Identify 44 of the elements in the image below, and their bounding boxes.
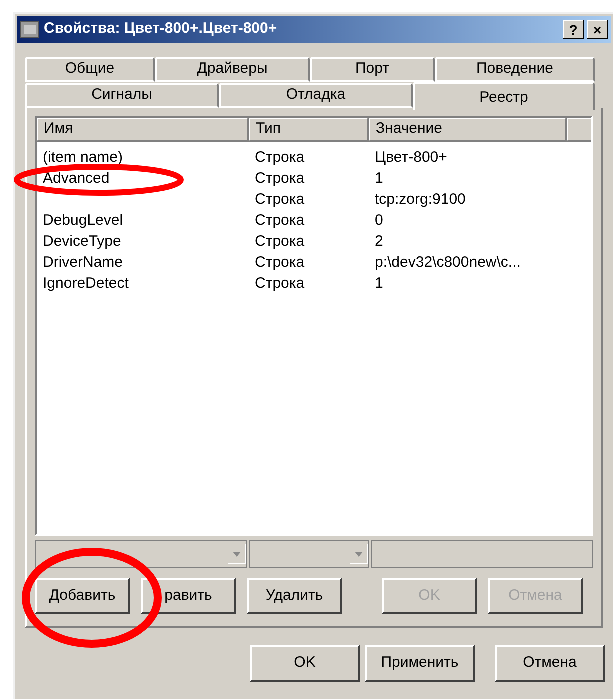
column-header[interactable]: Значение bbox=[369, 118, 567, 142]
column-header[interactable]: Имя bbox=[37, 118, 249, 142]
button[interactable]: равить bbox=[141, 578, 236, 614]
dropdown[interactable] bbox=[249, 540, 369, 568]
table-cell: Строка bbox=[255, 212, 305, 230]
table-cell: DeviceType bbox=[43, 233, 122, 250]
table-cell: Строка bbox=[255, 149, 305, 166]
button[interactable]: Добавить bbox=[35, 578, 130, 614]
close-button[interactable]: × bbox=[587, 20, 608, 39]
button[interactable]: Отмена bbox=[495, 645, 605, 682]
tab[interactable]: Драйверы bbox=[155, 57, 310, 82]
table-cell: Строка bbox=[255, 170, 305, 188]
tab[interactable]: Порт bbox=[310, 57, 435, 82]
table-cell: 0 bbox=[375, 212, 384, 230]
button[interactable]: OK bbox=[250, 645, 360, 682]
table-cell: 2 bbox=[375, 233, 384, 250]
column-header[interactable]: Тип bbox=[249, 118, 369, 142]
help-button[interactable]: ? bbox=[563, 20, 584, 39]
table-cell: Строка bbox=[255, 191, 305, 208]
table-cell: p:\dev32\c800new\c... bbox=[375, 254, 521, 272]
window-title: Свойства: Цвет-800+.Цвет-800+ bbox=[44, 19, 278, 40]
table-cell: 1 bbox=[375, 275, 384, 292]
input-field[interactable] bbox=[371, 540, 593, 568]
window-icon bbox=[20, 20, 40, 38]
button[interactable]: Применить bbox=[365, 645, 475, 682]
table-cell: IgnoreDetect bbox=[43, 275, 129, 292]
table-cell: DriverName bbox=[43, 254, 124, 272]
tab[interactable]: Реестр bbox=[413, 82, 595, 110]
table-cell: DebugLevel bbox=[43, 212, 124, 230]
table-cell: Строка bbox=[255, 233, 305, 250]
table-cell: Advanced bbox=[43, 170, 110, 188]
tab[interactable]: Поведение bbox=[435, 57, 595, 82]
table-cell: tcp:zorg:9100 bbox=[375, 191, 466, 208]
tab[interactable]: Сигналы bbox=[25, 83, 219, 108]
button[interactable]: Удалить bbox=[247, 578, 342, 614]
table-cell: (item name) bbox=[43, 149, 124, 166]
table-cell: Цвет-800+ bbox=[375, 149, 448, 166]
table-cell: Строка bbox=[255, 275, 305, 292]
table-cell: 1 bbox=[375, 170, 384, 188]
tab[interactable]: Отладка bbox=[219, 83, 413, 108]
table-cell: Строка bbox=[255, 254, 305, 272]
dropdown-arrow-icon bbox=[228, 544, 246, 564]
dropdown-arrow-icon bbox=[350, 544, 368, 564]
tab[interactable]: Общие bbox=[25, 57, 155, 82]
